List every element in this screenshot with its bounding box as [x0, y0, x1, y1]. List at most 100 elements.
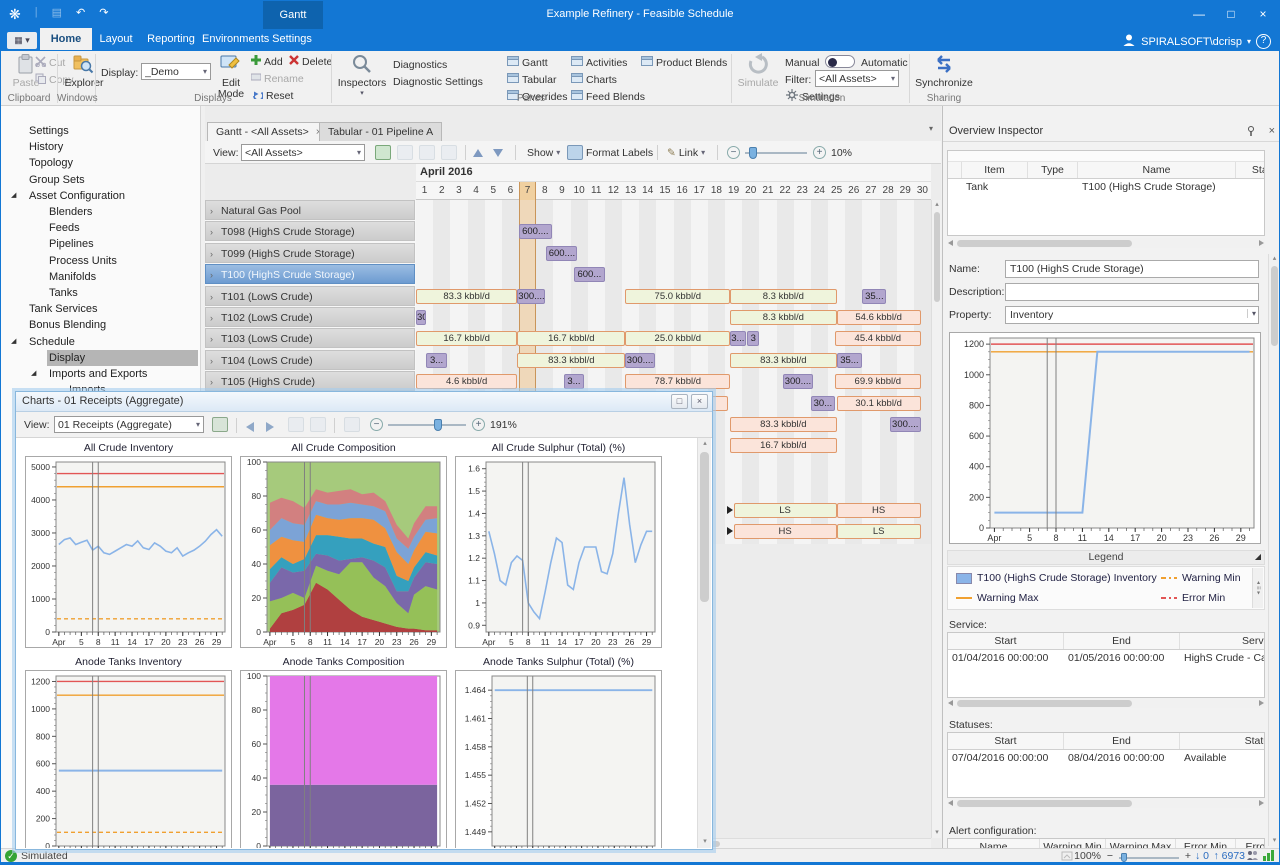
- day-header-16[interactable]: 16: [674, 182, 691, 200]
- gantt-bar[interactable]: LS: [734, 503, 837, 518]
- inspector-scrollbar[interactable]: ▴▾: [1268, 254, 1279, 846]
- delete-button[interactable]: Delete: [289, 54, 332, 69]
- charts-vertical-scrollbar[interactable]: ▴ ▾: [697, 438, 711, 848]
- insert-row-icon[interactable]: [397, 144, 413, 161]
- gantt-bar[interactable]: 35...: [862, 289, 886, 304]
- gantt-bar[interactable]: HS: [837, 503, 921, 518]
- tab-list-dropdown-icon[interactable]: ▾: [929, 124, 933, 133]
- move-down-icon[interactable]: [493, 144, 503, 161]
- day-header-6[interactable]: 6: [502, 182, 519, 200]
- sidebar-item-display[interactable]: Display: [47, 350, 198, 366]
- zoom-out-icon[interactable]: −: [727, 144, 740, 161]
- column-header-service[interactable]: Service: [1180, 633, 1265, 649]
- gantt-row-label-t103-lows-crude[interactable]: ›T103 (LowS Crude): [205, 328, 415, 348]
- gantt-bar[interactable]: 600....: [519, 224, 552, 239]
- day-header-28[interactable]: 28: [880, 182, 897, 200]
- row-expander-icon[interactable]: ›: [210, 244, 213, 263]
- row-expander-icon[interactable]: ›: [210, 308, 213, 327]
- pane-button-charts[interactable]: Charts: [571, 72, 617, 87]
- sidebar-item-bonus-blending[interactable]: Bonus Blending: [1, 317, 198, 333]
- row-expander-icon[interactable]: ›: [210, 329, 213, 348]
- day-header-3[interactable]: 3: [450, 182, 467, 200]
- pane-button-gantt[interactable]: Gantt: [507, 55, 548, 70]
- nav-forward-icon[interactable]: [266, 418, 274, 435]
- gantt-bar[interactable]: 300....: [625, 353, 654, 368]
- chart-all-crude-sulphur[interactable]: 0.911.11.21.31.41.51.6Apr581114172023262…: [455, 456, 662, 648]
- row-expander-icon[interactable]: ›: [210, 287, 213, 306]
- day-header-9[interactable]: 9: [553, 182, 570, 200]
- sidebar-item-schedule[interactable]: ◢Schedule: [1, 334, 198, 350]
- gantt-bar[interactable]: 83.3 kbbl/d: [730, 417, 836, 432]
- charts-view-select[interactable]: 01 Receipts (Aggregate)▾: [54, 416, 204, 433]
- day-header-27[interactable]: 27: [862, 182, 879, 200]
- gantt-bar[interactable]: 83.3 kbbl/d: [517, 353, 625, 368]
- gantt-bar[interactable]: 16.7 kbbl/d: [730, 438, 836, 453]
- gantt-bar[interactable]: 300....: [517, 289, 544, 304]
- add-button[interactable]: Add: [251, 54, 283, 69]
- day-header-4[interactable]: 4: [468, 182, 485, 200]
- sidebar-item-tanks[interactable]: Tanks: [1, 285, 198, 301]
- day-header-26[interactable]: 26: [845, 182, 862, 200]
- gantt-view-select[interactable]: <All Assets>▾: [241, 144, 365, 161]
- sidebar-item-imports-and-exports[interactable]: ◢Imports and Exports: [1, 366, 198, 382]
- gantt-bar[interactable]: LS: [837, 524, 921, 539]
- gantt-bar[interactable]: HS: [734, 524, 837, 539]
- day-header-12[interactable]: 12: [605, 182, 622, 200]
- gantt-row-label-t102-lows-crude[interactable]: ›T102 (LowS Crude): [205, 307, 415, 327]
- table-row[interactable]: 07/04/2016 00:00:0008/04/2016 00:00:00Av…: [948, 750, 1264, 766]
- expander-icon[interactable]: ◢: [31, 366, 36, 382]
- format-labels-button[interactable]: Format Labels: [567, 144, 653, 161]
- sidebar-item-blenders[interactable]: Blenders: [1, 204, 198, 220]
- charts-close-icon[interactable]: ×: [691, 394, 708, 409]
- day-header-8[interactable]: 8: [536, 182, 553, 200]
- chart-anode-tanks-inventory[interactable]: 020040060080010001200Apr5811141720232629: [25, 670, 232, 848]
- gantt-bar[interactable]: 78.7 kbbl/d: [625, 374, 730, 389]
- charts-zoom-slider[interactable]: [388, 424, 466, 426]
- gantt-bar[interactable]: 3...: [426, 353, 447, 368]
- charts-zoom-out-icon[interactable]: −: [370, 416, 383, 433]
- table-row[interactable]: 01/04/2016 00:00:0001/05/2016 00:00:00Hi…: [948, 650, 1264, 666]
- column-header-start[interactable]: Start: [1236, 162, 1265, 178]
- user-area[interactable]: SPIRALSOFT\dcrisp ▾ ?: [1122, 33, 1271, 50]
- move-up-icon[interactable]: [473, 144, 483, 161]
- gantt-bar[interactable]: 83.3 kbbl/d: [416, 289, 517, 304]
- close-button[interactable]: ×: [1247, 1, 1279, 27]
- gantt-bar[interactable]: 300....: [890, 417, 921, 432]
- gantt-bar[interactable]: 3...: [564, 374, 585, 389]
- table-row[interactable]: TankT100 (HighS Crude Storage): [948, 179, 1264, 195]
- status-zoom-in-icon[interactable]: +: [1185, 850, 1191, 862]
- tab-tabular-01-pipeline-a[interactable]: Tabular - 01 Pipeline A: [319, 122, 442, 142]
- chart-anode-tanks-sulphur[interactable]: 1.4491.4521.4551.4581.4611.464Apr5811141…: [455, 670, 662, 848]
- manual-label[interactable]: Manual: [785, 55, 819, 70]
- link-menu[interactable]: ✎Link▾: [667, 144, 705, 161]
- service-hscrollbar[interactable]: [947, 698, 1265, 708]
- status-zoom-out-icon[interactable]: −: [1107, 850, 1113, 862]
- chart-all-crude-composition[interactable]: 020406080100Apr5811141720232629: [240, 456, 447, 648]
- edit-row-icon[interactable]: [419, 144, 435, 161]
- status-zoom-slider[interactable]: [1119, 857, 1179, 859]
- column-header-end[interactable]: End: [1064, 733, 1180, 749]
- tab-gantt-all-assets[interactable]: Gantt - <All Assets> ×: [207, 122, 331, 142]
- day-header-13[interactable]: 13: [622, 182, 639, 200]
- day-header-2[interactable]: 2: [433, 182, 450, 200]
- sidebar-item-manifolds[interactable]: Manifolds: [1, 269, 198, 285]
- property-select[interactable]: Inventory▾: [1005, 306, 1259, 324]
- display-select[interactable]: _Demo▾: [141, 63, 211, 80]
- minimize-button[interactable]: —: [1183, 1, 1215, 27]
- column-header-item[interactable]: Item: [962, 162, 1028, 178]
- day-header-1[interactable]: 1: [416, 182, 433, 200]
- show-menu[interactable]: Show▾: [527, 144, 560, 161]
- ribbon-tab-environments[interactable]: Environments: [202, 28, 262, 50]
- legend-collapse-icon[interactable]: ◢: [1255, 552, 1261, 561]
- app-menu-button[interactable]: ▦ ▾: [7, 32, 37, 49]
- nav-back-icon[interactable]: [246, 418, 254, 435]
- gantt-bar[interactable]: 8.3 kbbl/d: [730, 289, 836, 304]
- column-header-start[interactable]: Start: [948, 733, 1064, 749]
- column-header-indicator[interactable]: [948, 162, 962, 178]
- gantt-bar[interactable]: 69.9 kbbl/d: [835, 374, 921, 389]
- diagnostics-button[interactable]: Diagnostics: [393, 57, 447, 72]
- day-header-25[interactable]: 25: [828, 182, 845, 200]
- automatic-label[interactable]: Automatic: [861, 55, 908, 70]
- sidebar-item-settings[interactable]: Settings: [1, 123, 198, 139]
- gantt-bar[interactable]: 25.0 kbbl/d: [625, 331, 730, 346]
